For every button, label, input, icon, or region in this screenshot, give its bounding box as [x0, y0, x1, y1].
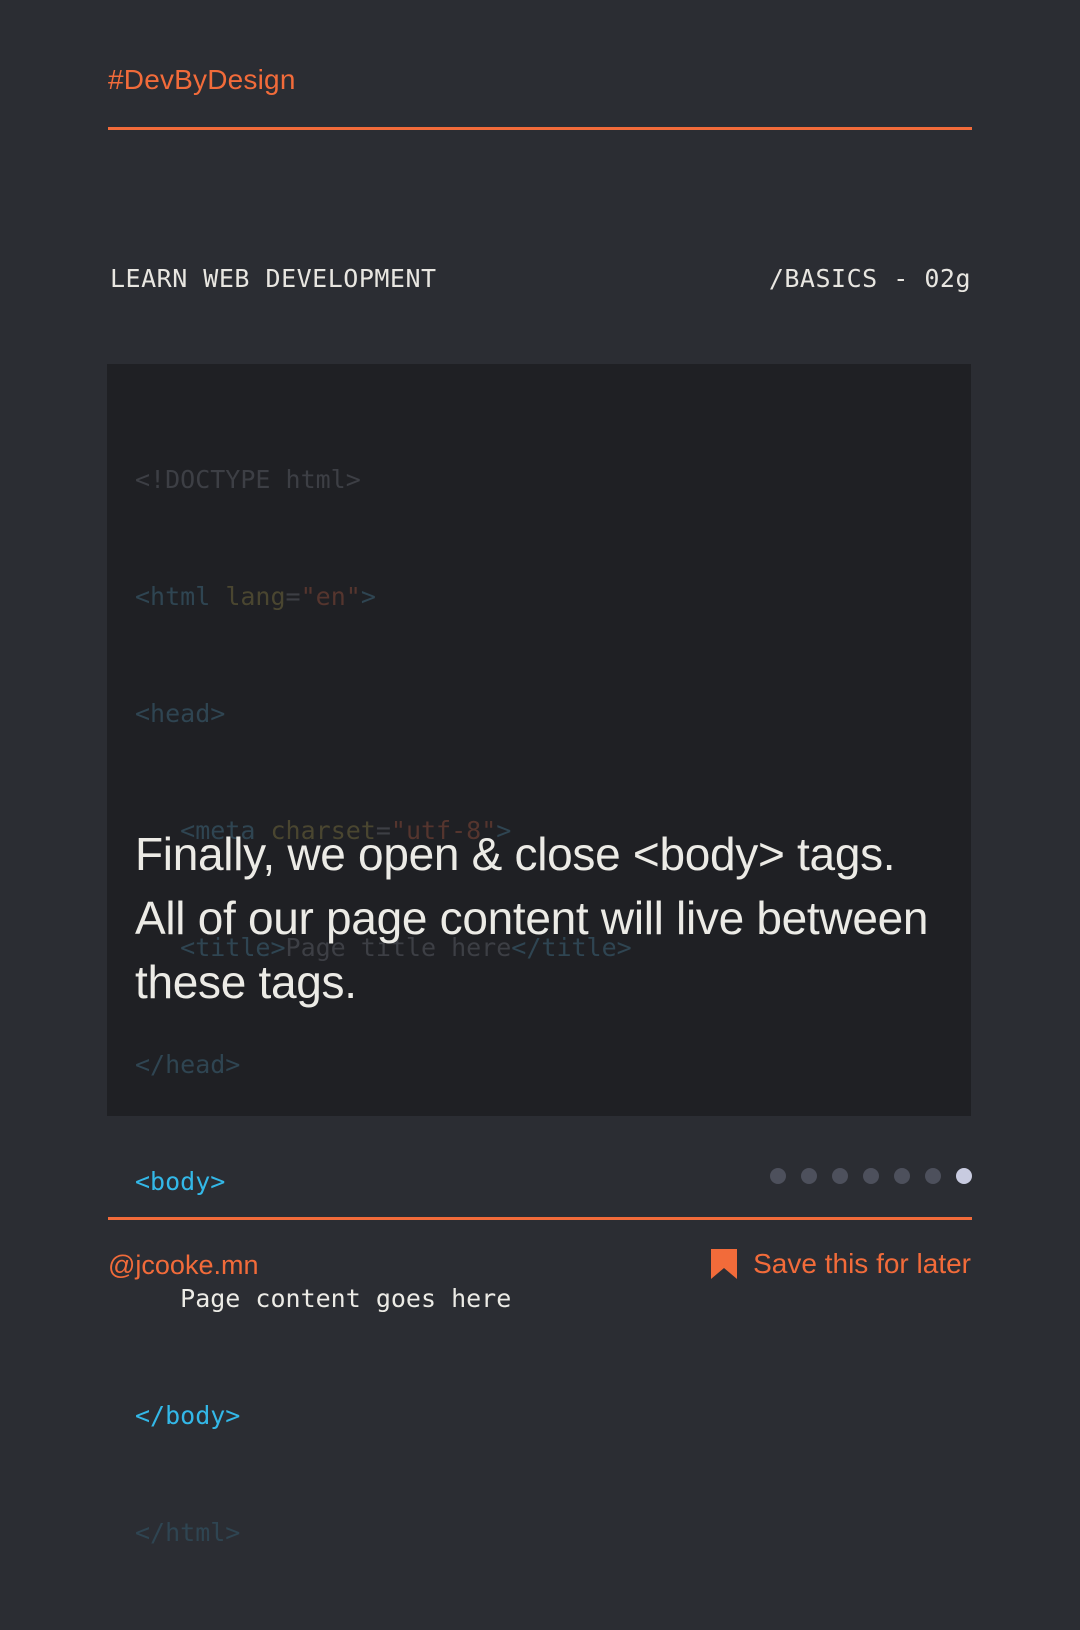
explanation-text: Finally, we open & close <body> tags. Al…: [135, 828, 929, 1008]
code-card: <!DOCTYPE html> <html lang="en"> <head> …: [107, 364, 971, 1547]
hashtag-title: #DevByDesign: [108, 64, 296, 95]
pagination-dot[interactable]: [956, 1168, 972, 1184]
author-handle[interactable]: @jcooke.mn: [108, 1250, 258, 1281]
lesson-label: /BASICS - 02g: [768, 264, 971, 293]
bottom-divider: [108, 1217, 972, 1220]
pagination-dot[interactable]: [832, 1168, 848, 1184]
pagination-dot[interactable]: [801, 1168, 817, 1184]
save-for-later-label: Save this for later: [753, 1248, 971, 1279]
pagination-dot[interactable]: [770, 1168, 786, 1184]
code-html-open-close: >: [360, 582, 376, 611]
code-line-html-open: <html lang="en">: [135, 577, 632, 616]
code-html-lang-value: "en": [300, 582, 361, 611]
code-doctype: <!DOCTYPE html>: [135, 465, 361, 494]
code-line-html-close: </html>: [135, 1513, 632, 1552]
code-line-doctype: <!DOCTYPE html>: [135, 460, 632, 499]
code-line-body-text: Page content goes here: [135, 1279, 632, 1318]
code-html-close: </html>: [135, 1518, 241, 1547]
top-divider: [108, 127, 972, 130]
save-for-later-button[interactable]: Save this for later: [711, 1248, 971, 1280]
code-head-open: <head>: [135, 699, 226, 728]
code-head-close: </head>: [135, 1050, 241, 1079]
pagination-dot[interactable]: [894, 1168, 910, 1184]
pagination-dot[interactable]: [863, 1168, 879, 1184]
code-html-lang-attr: lang: [225, 582, 286, 611]
code-eq: =: [285, 582, 301, 611]
code-line-head-open: <head>: [135, 694, 632, 733]
bookmark-icon: [711, 1249, 738, 1279]
course-label: LEARN WEB DEVELOPMENT: [110, 264, 437, 293]
pagination-dots: [770, 1168, 972, 1184]
code-body-text: Page content goes here: [180, 1284, 512, 1313]
code-body-open: <body>: [135, 1167, 226, 1196]
code-html-open-tag: <html: [135, 582, 211, 611]
code-line-head-close: </head>: [135, 1045, 632, 1084]
code-body-close: </body>: [135, 1401, 241, 1430]
code-line-body-close: </body>: [135, 1396, 632, 1435]
pagination-dot[interactable]: [925, 1168, 941, 1184]
code-line-body-open: <body>: [135, 1162, 632, 1201]
